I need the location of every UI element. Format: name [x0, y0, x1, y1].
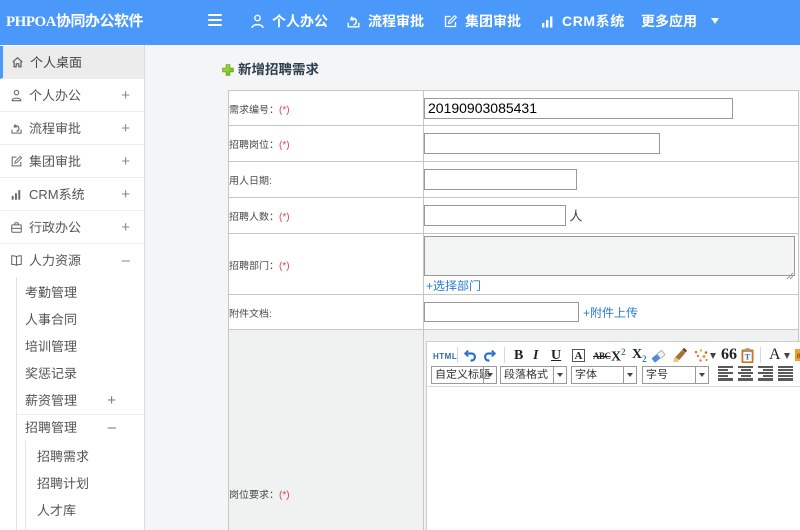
svg-text:ab: ab [797, 351, 800, 360]
svg-text:T: T [745, 352, 751, 362]
